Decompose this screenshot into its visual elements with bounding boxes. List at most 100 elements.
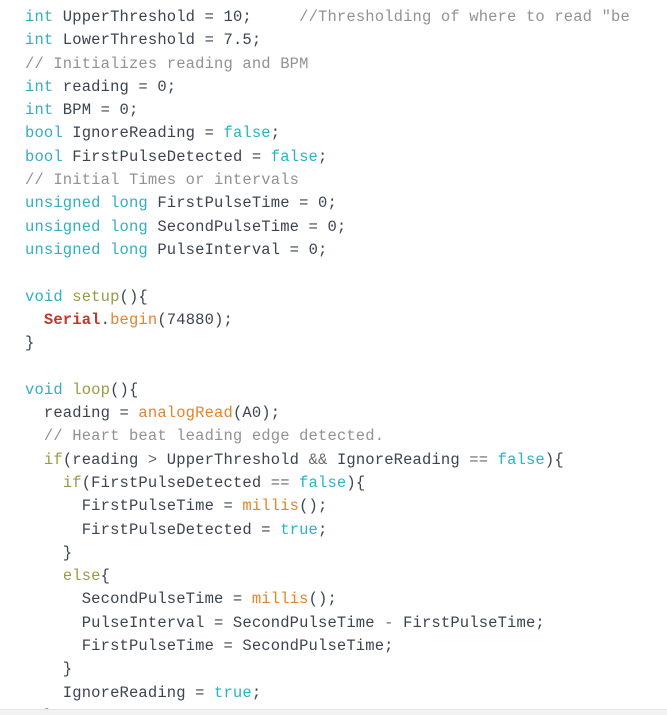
code-token-num: 74880 — [166, 310, 215, 329]
code-line[interactable]: Serial.begin(74880); — [0, 309, 667, 332]
code-token-type: bool — [25, 147, 63, 166]
code-token-object: Serial — [43, 310, 101, 329]
code-line[interactable]: // Initial Times or intervals — [0, 169, 667, 192]
code-token-func: millis — [251, 590, 309, 609]
code-token-ident: FirstPulseTime = — [25, 497, 243, 516]
code-line[interactable]: FirstPulseTime = SecondPulseTime; — [0, 635, 667, 658]
code-token-num: 7.5 — [223, 31, 252, 50]
code-line[interactable]: IgnoreReading = true; — [0, 682, 667, 705]
code-line[interactable]: SecondPulseTime = millis(); — [0, 588, 667, 611]
code-token-punct: ; — [270, 124, 281, 143]
code-line[interactable]: unsigned long SecondPulseTime = 0; — [0, 216, 667, 239]
code-token-comment: //Thresholding of where to read "be — [299, 8, 630, 26]
code-token-op: == — [270, 473, 300, 492]
code-line[interactable]: // Initializes reading and BPM — [0, 53, 667, 76]
code-token-ident: BPM = — [53, 101, 120, 120]
code-line[interactable]: else{ — [0, 565, 667, 588]
code-token-func: begin — [110, 310, 158, 329]
code-token-punct: (reading — [62, 450, 148, 469]
code-token-punct: ; — [128, 101, 139, 120]
code-token-punct: ){ — [346, 473, 366, 492]
code-token-punct: ; — [336, 217, 347, 236]
code-token-func: millis — [242, 497, 300, 516]
code-line[interactable]: bool IgnoreReading = false; — [0, 122, 667, 145]
code-token-punct: ; — [251, 31, 262, 50]
code-token-punct: ); — [214, 310, 233, 329]
code-token-type: void — [25, 287, 63, 306]
code-token-punct: ; — [318, 520, 328, 539]
code-token-ident: FirstPulseDetected = — [62, 147, 271, 166]
code-token-ident — [25, 567, 63, 585]
code-token-type: int — [25, 31, 54, 50]
code-token-op: > — [147, 450, 167, 469]
code-line[interactable]: if(reading > UpperThreshold && IgnoreRea… — [0, 449, 667, 472]
code-token-punct: { — [100, 567, 111, 586]
code-line[interactable]: int LowerThreshold = 7.5; — [0, 29, 667, 52]
code-token-type: void — [25, 380, 63, 399]
code-token-ident: UpperThreshold = — [53, 8, 224, 26]
code-token-literal: true — [280, 520, 319, 539]
code-line[interactable] — [0, 355, 667, 378]
code-line[interactable]: FirstPulseDetected = true; — [0, 519, 667, 542]
code-line[interactable]: bool FirstPulseDetected = false; — [0, 146, 667, 169]
code-line[interactable]: int reading = 0; — [0, 76, 667, 99]
code-line[interactable]: int BPM = 0; — [0, 99, 667, 122]
code-token-ident: IgnoreReading = — [25, 683, 215, 702]
code-token-punct: ){ — [544, 450, 564, 469]
code-token-control: if — [43, 450, 63, 469]
code-token-punct: } — [25, 660, 73, 679]
code-token-ident: IgnoreReading = — [62, 124, 224, 143]
code-token-type: int — [25, 8, 54, 26]
code-token-ident: LowerThreshold = — [53, 31, 224, 50]
code-token-ident: IgnoreReading — [336, 450, 470, 469]
code-token-type: unsigned long — [25, 217, 148, 236]
code-token-num: 0 — [327, 217, 337, 236]
code-token-ident: SecondPulseTime = — [25, 590, 252, 609]
code-line[interactable]: int UpperThreshold = 10; //Thresholding … — [0, 6, 667, 29]
code-token-ident — [25, 311, 44, 329]
code-token-ident: reading = — [25, 404, 139, 423]
code-line[interactable]: } — [0, 542, 667, 565]
code-token-punct: ( — [157, 310, 167, 329]
code-line[interactable] — [0, 262, 667, 285]
code-token-punct: } — [25, 543, 73, 562]
code-token-punct: ; — [251, 683, 262, 702]
code-token-num: 0 — [119, 101, 129, 120]
code-token-op: - — [384, 613, 404, 632]
code-token-punct: ; — [242, 8, 252, 26]
code-token-type: bool — [25, 124, 63, 143]
bottom-edge-strip — [0, 709, 667, 715]
code-line[interactable]: } — [0, 658, 667, 681]
code-token-literal: true — [214, 683, 252, 702]
code-token-punct: (){ — [119, 287, 148, 306]
code-token-comment: // Initial Times or intervals — [25, 171, 300, 190]
code-line[interactable]: void setup(){ — [0, 286, 667, 309]
code-line[interactable]: // Heart beat leading edge detected. — [0, 425, 667, 448]
code-line[interactable]: } — [0, 332, 667, 355]
code-line[interactable]: if(FirstPulseDetected == false){ — [0, 472, 667, 495]
code-token-num: 0 — [308, 240, 319, 259]
code-token-num: 0 — [157, 77, 167, 96]
code-line[interactable]: reading = analogRead(A0); — [0, 402, 667, 425]
code-token-control: if — [62, 473, 82, 492]
code-token-type: unsigned long — [25, 194, 148, 213]
code-token-punct: . — [100, 310, 111, 329]
code-token-ident — [63, 381, 72, 399]
code-token-punct: (); — [308, 590, 337, 609]
code-token-ident: FirstPulseTime; — [403, 613, 545, 632]
code-listing[interactable]: int UpperThreshold = 10; //Thresholding … — [0, 0, 667, 715]
code-token-control: else — [62, 567, 101, 586]
code-token-ident: UpperThreshold — [166, 450, 309, 469]
code-line[interactable]: FirstPulseTime = millis(); — [0, 495, 667, 518]
code-token-punct: ; — [318, 147, 328, 166]
code-token-ident — [25, 474, 63, 492]
code-line[interactable]: unsigned long FirstPulseTime = 0; — [0, 192, 667, 215]
code-token-funcdef: loop — [72, 380, 111, 399]
code-line[interactable]: void loop(){ — [0, 379, 667, 402]
code-line[interactable]: unsigned long PulseInterval = 0; — [0, 239, 667, 262]
code-token-type: int — [25, 101, 54, 120]
code-token-op: && — [308, 450, 337, 469]
code-line[interactable]: PulseInterval = SecondPulseTime - FirstP… — [0, 612, 667, 635]
code-token-literal: false — [223, 124, 271, 143]
code-token-ident — [25, 427, 44, 445]
